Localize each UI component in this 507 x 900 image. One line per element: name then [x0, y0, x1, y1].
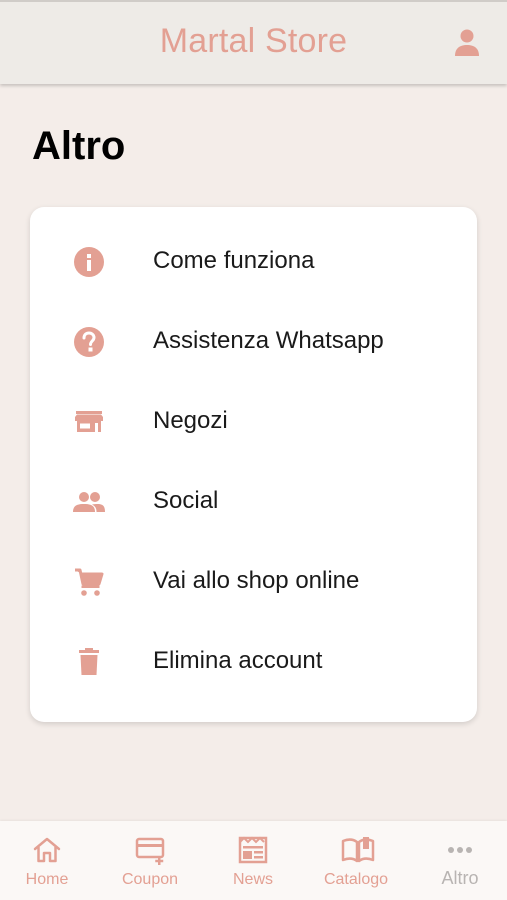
page-title: Altro	[32, 124, 126, 168]
nav-item-home[interactable]: Home	[0, 821, 97, 900]
app-header: Martal Store	[0, 0, 507, 84]
nav-item-news[interactable]: News	[203, 821, 303, 900]
nav-label: Altro	[441, 868, 479, 888]
news-icon	[238, 835, 268, 865]
menu-item-come-funziona[interactable]: Come funziona	[30, 222, 477, 302]
menu-item-social[interactable]: Social	[30, 462, 477, 542]
menu-item-label: Social	[153, 487, 219, 514]
menu-item-negozi[interactable]: Negozi	[30, 382, 477, 462]
menu-item-elimina-account[interactable]: Elimina account	[30, 622, 477, 702]
more-icon	[445, 835, 475, 865]
user-icon[interactable]	[453, 28, 481, 58]
menu-item-assistenza-whatsapp[interactable]: Assistenza Whatsapp	[30, 302, 477, 382]
menu-item-vai-allo-shop-online[interactable]: Vai allo shop online	[30, 542, 477, 622]
menu-item-label: Vai allo shop online	[153, 567, 360, 594]
menu-item-label: Assistenza Whatsapp	[153, 327, 384, 354]
bottom-nav: Home Coupon News Catalogo Altro	[0, 821, 507, 900]
menu-item-label: Elimina account	[153, 647, 323, 674]
nav-item-altro[interactable]: Altro	[410, 821, 507, 900]
menu-item-label: Negozi	[153, 407, 228, 434]
nav-label: Catalogo	[323, 871, 389, 888]
menu-card: Come funziona Assistenza Whatsapp Negozi	[30, 207, 477, 722]
menu-item-label: Come funziona	[153, 247, 315, 274]
people-icon	[72, 485, 106, 519]
info-icon	[72, 245, 106, 279]
nav-item-catalogo[interactable]: Catalogo	[306, 821, 406, 900]
trash-icon	[72, 645, 106, 679]
nav-item-coupon[interactable]: Coupon	[100, 821, 200, 900]
cart-icon	[72, 565, 106, 599]
nav-label: News	[232, 871, 273, 888]
store-icon	[72, 405, 106, 439]
help-icon	[72, 325, 106, 359]
app-title: Martal Store	[159, 22, 348, 60]
catalog-icon	[341, 835, 375, 865]
nav-label: Coupon	[121, 871, 179, 888]
home-icon	[32, 835, 62, 865]
coupon-icon	[135, 835, 165, 865]
nav-label: Home	[25, 871, 69, 888]
